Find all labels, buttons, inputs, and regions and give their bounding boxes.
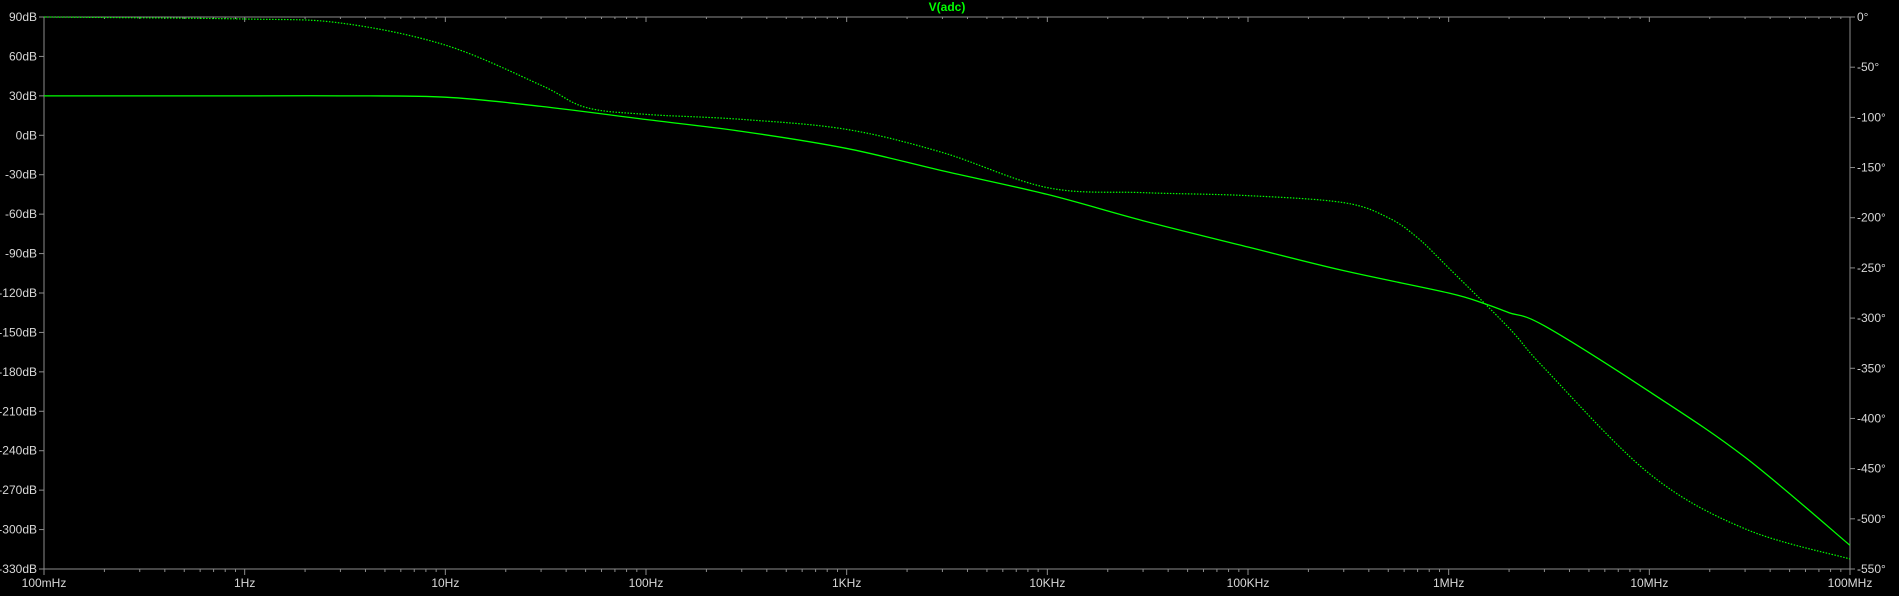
y-right-tick-label: -550° xyxy=(1857,562,1886,576)
x-tick-label: 100Hz xyxy=(629,576,664,590)
y-right-tick-label: -400° xyxy=(1857,411,1886,425)
x-tick-label: 1KHz xyxy=(832,576,861,590)
y-left-tick-label: -270dB xyxy=(0,483,37,497)
y-left-tick-label: 30dB xyxy=(9,89,37,103)
y-right-tick-label: -500° xyxy=(1857,512,1886,526)
y-left-tick-label: -300dB xyxy=(0,523,37,537)
y-left-tick-label: 0dB xyxy=(16,128,37,142)
y-left-tick-label: 90dB xyxy=(9,10,37,24)
plot-title[interactable]: V(adc) xyxy=(929,0,966,14)
y-right-tick-label: -200° xyxy=(1857,211,1886,225)
y-right-tick-label: 0° xyxy=(1857,10,1869,24)
y-left-tick-label: -150dB xyxy=(0,325,37,339)
y-left-tick-label: -60dB xyxy=(5,207,37,221)
y-right-tick-label: -100° xyxy=(1857,110,1886,124)
x-tick-label: 100mHz xyxy=(22,576,67,590)
y-left-tick-label: -120dB xyxy=(0,286,37,300)
plot-window: V(adc) 100mHz 1Hz 10Hz 100Hz 1KHz 10KHz 100KHz… xyxy=(0,0,1899,596)
y-left-tick-label: -90dB xyxy=(5,247,37,261)
y-right-tick-label: -50° xyxy=(1857,60,1879,74)
y-left-tick-label: 60dB xyxy=(9,49,37,63)
x-tick-label: 100KHz xyxy=(1227,576,1270,590)
y-right-tick-label: -250° xyxy=(1857,261,1886,275)
plot-background xyxy=(0,0,1899,596)
x-tick-label: 1MHz xyxy=(1433,576,1464,590)
y-left-tick-label: -240dB xyxy=(0,444,37,458)
x-tick-label: 10Hz xyxy=(431,576,459,590)
y-right-tick-label: -450° xyxy=(1857,462,1886,476)
y-left-tick-label: -210dB xyxy=(0,404,37,418)
y-left-tick-label: -180dB xyxy=(0,365,37,379)
x-tick-label: 10MHz xyxy=(1630,576,1668,590)
y-left-tick-label: -330dB xyxy=(0,562,37,576)
y-right-tick-label: -300° xyxy=(1857,311,1886,325)
x-tick-label: 1Hz xyxy=(234,576,255,590)
x-tick-label: 10KHz xyxy=(1029,576,1065,590)
y-left-tick-label: -30dB xyxy=(5,168,37,182)
y-right-tick-label: -350° xyxy=(1857,361,1886,375)
y-right-tick-label: -150° xyxy=(1857,161,1886,175)
x-tick-label: 100MHz xyxy=(1828,576,1873,590)
bode-plot: V(adc) 100mHz 1Hz 10Hz 100Hz 1KHz 10KHz 100KHz… xyxy=(0,0,1899,596)
